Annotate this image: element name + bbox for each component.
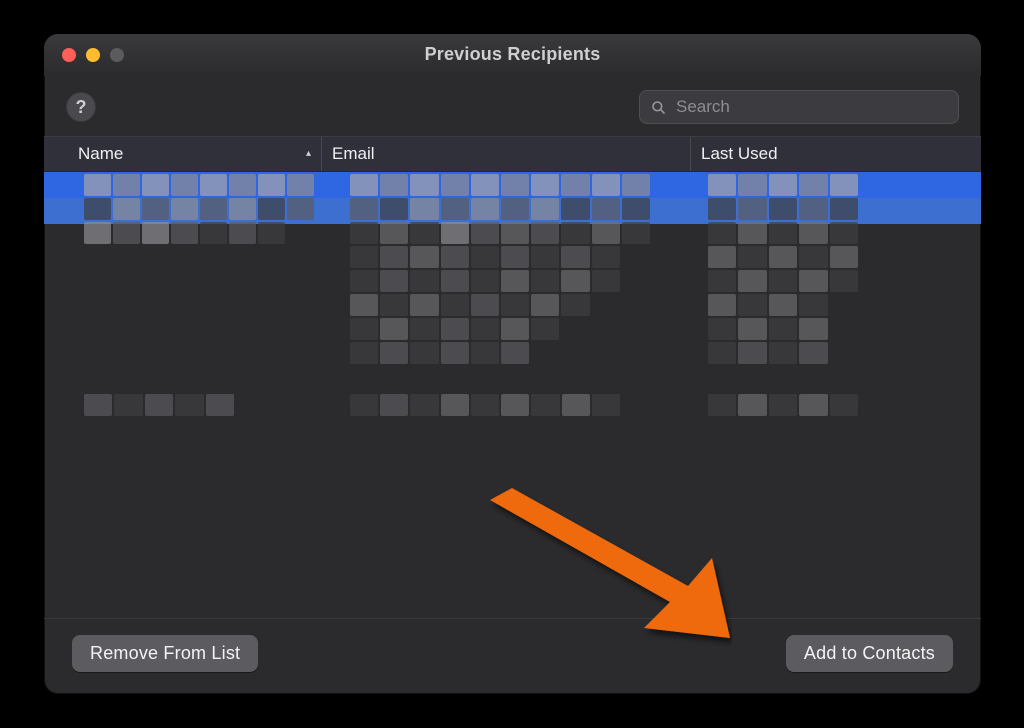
sort-ascending-icon: ▴ [306, 148, 311, 159]
search-input[interactable] [674, 96, 948, 118]
close-window-icon[interactable] [62, 48, 76, 62]
add-to-contacts-button[interactable]: Add to Contacts [786, 635, 953, 672]
column-header-last-used[interactable]: Last Used [691, 137, 981, 171]
search-icon [650, 99, 666, 115]
remove-from-list-button[interactable]: Remove From List [72, 635, 258, 672]
redacted-email-cells [350, 174, 650, 364]
redacted-name-cells [84, 394, 234, 416]
window-controls [62, 48, 124, 62]
help-icon: ? [76, 97, 87, 118]
redacted-last-used-cells [708, 394, 858, 416]
search-field[interactable] [639, 90, 959, 124]
recipients-table[interactable] [44, 172, 981, 618]
help-button[interactable]: ? [66, 92, 96, 122]
toolbar: ? [44, 76, 981, 136]
redacted-last-used-cells [708, 174, 858, 364]
column-header-label: Email [332, 144, 375, 164]
column-header-email[interactable]: Email [322, 137, 691, 171]
dialog-footer: Remove From List Add to Contacts [44, 618, 981, 694]
window-title: Previous Recipients [58, 44, 967, 65]
column-header-label: Name [78, 144, 123, 164]
zoom-window-icon[interactable] [110, 48, 124, 62]
table-header: Name ▴ Email Last Used [44, 136, 981, 172]
titlebar[interactable]: Previous Recipients [44, 34, 981, 76]
redacted-email-cells [350, 394, 620, 416]
column-header-label: Last Used [701, 144, 778, 164]
previous-recipients-window: Previous Recipients ? Name ▴ Email Last … [44, 34, 981, 694]
minimize-window-icon[interactable] [86, 48, 100, 62]
column-header-name[interactable]: Name ▴ [68, 137, 322, 171]
redacted-name-cells [84, 174, 314, 244]
